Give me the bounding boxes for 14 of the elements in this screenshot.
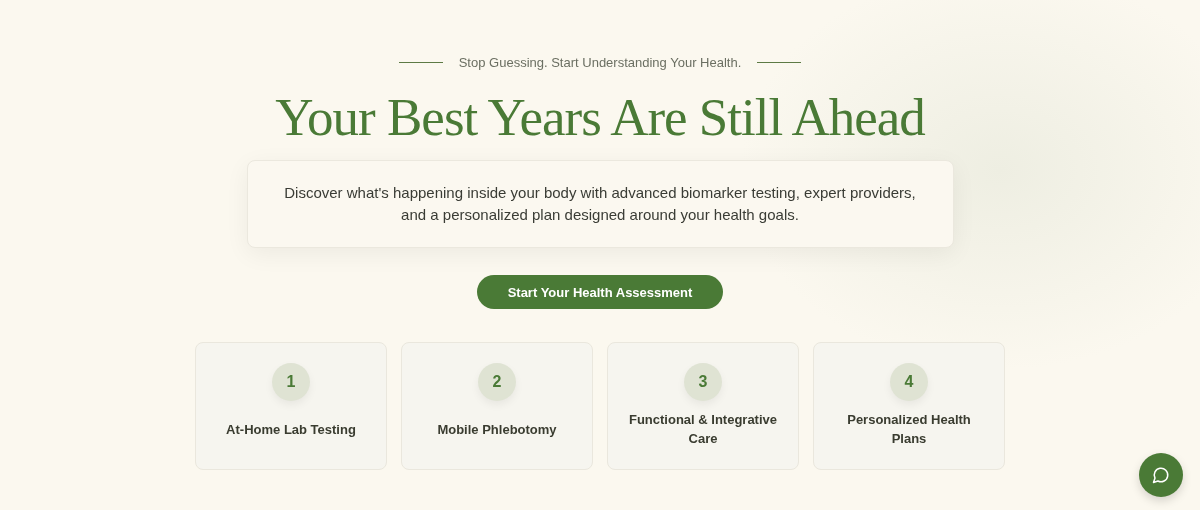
service-label: At-Home Lab Testing xyxy=(226,420,356,439)
step-number: 1 xyxy=(272,363,310,402)
service-label: Personalized Health Plans xyxy=(846,411,972,449)
service-label: Mobile Phlebotomy xyxy=(437,420,557,439)
tagline: Stop Guessing. Start Understanding Your Health. xyxy=(458,55,742,70)
assessment-button[interactable]: Start Your Health Assessment xyxy=(477,275,723,310)
step-number: 3 xyxy=(684,363,722,402)
description: Discover what's happening inside your body with advanced biomarker testing, expert providers, and a personalized plan designed around your health goals. xyxy=(283,182,917,226)
step-number: 4 xyxy=(890,363,928,402)
chat-button[interactable] xyxy=(1139,453,1183,497)
hero-title: Your Best Years Are Still Ahead xyxy=(275,88,925,147)
service-label: Functional & Integrative Care xyxy=(627,411,779,449)
step-number: 2 xyxy=(478,363,516,402)
chat-icon xyxy=(1152,466,1170,484)
